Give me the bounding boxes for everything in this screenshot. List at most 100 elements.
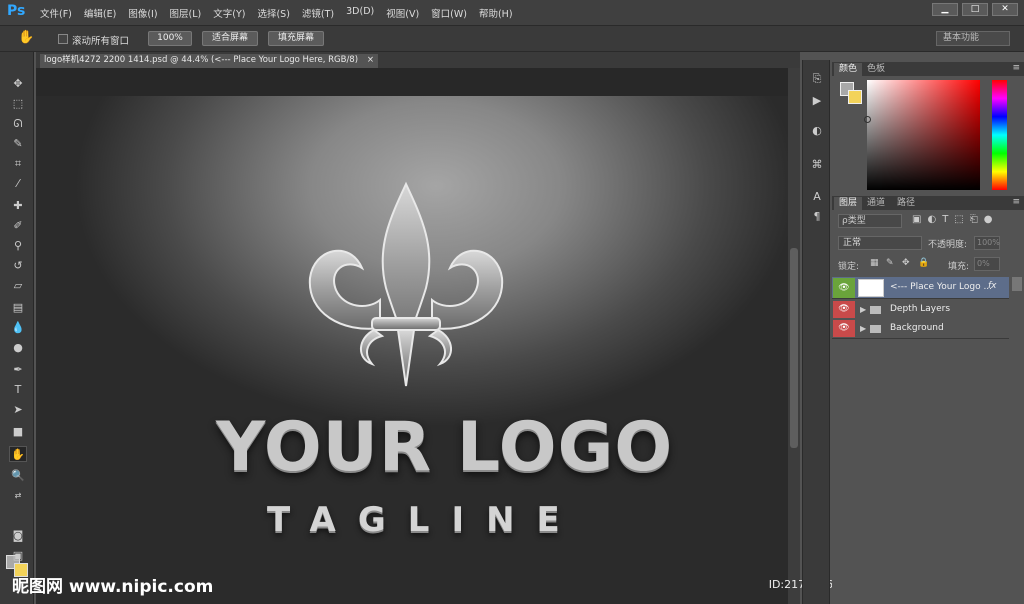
layers-panel-tabs: 图层 通道 路径 ≡ bbox=[832, 196, 1024, 210]
panel-dock: ⎘ ▶ ◐ ⌘ A ¶ bbox=[802, 60, 830, 604]
canvas-scrollbar[interactable] bbox=[788, 68, 800, 604]
blend-row: 正常 不透明度: 100% bbox=[836, 235, 1020, 251]
menu-filter[interactable]: 滤镜(T) bbox=[302, 6, 334, 20]
smart-object-filter-icon[interactable]: ⎗ bbox=[970, 214, 978, 225]
brush-tool-icon[interactable]: ✐ bbox=[9, 218, 27, 234]
quick-select-tool-icon[interactable]: ✎ bbox=[9, 136, 27, 152]
lock-label: 锁定: bbox=[838, 262, 860, 272]
lock-paint-icon[interactable]: ✎ bbox=[886, 258, 894, 268]
maximize-button[interactable]: □ bbox=[962, 3, 988, 16]
color-picker-field[interactable] bbox=[867, 80, 980, 190]
lasso-tool-icon[interactable]: ᘏ bbox=[9, 116, 27, 132]
right-panels: 颜色 色板 ≡ 图层 通道 路径 ≡ ρ类型 ▣ ◐ T ⬚ ⎗ ● 正常 不透… bbox=[832, 60, 1024, 604]
dodge-tool-icon[interactable]: ● bbox=[9, 340, 27, 356]
menu-select[interactable]: 选择(S) bbox=[257, 6, 289, 20]
document-canvas[interactable]: YOUR LOGO TAGLINE bbox=[36, 96, 788, 604]
color-picker-cursor[interactable] bbox=[864, 116, 871, 123]
smart-object-thumbnail[interactable] bbox=[858, 279, 884, 297]
hand-tool-icon[interactable]: ✋ bbox=[9, 446, 27, 462]
blend-mode-select[interactable]: 正常 bbox=[838, 236, 922, 250]
marquee-tool-icon[interactable]: ⬚ bbox=[9, 96, 27, 112]
layer-row[interactable]: 👁 ▶ Background bbox=[832, 319, 1009, 339]
menu-edit[interactable]: 编辑(E) bbox=[84, 6, 116, 20]
close-button[interactable]: ✕ bbox=[992, 3, 1018, 16]
brush-presets-panel-icon[interactable]: ⌘ bbox=[809, 158, 825, 172]
scrollbar-thumb[interactable] bbox=[790, 248, 798, 448]
swap-colors-icon[interactable]: ⇄ bbox=[9, 488, 27, 504]
layers-panel-menu-icon[interactable]: ≡ bbox=[1012, 197, 1020, 207]
document-tab[interactable]: logo样机4272 2200 1414.psd @ 44.4% (<--- P… bbox=[40, 54, 379, 68]
layer-row[interactable]: 👁 <--- Place Your Logo ... fx bbox=[832, 277, 1009, 299]
lock-position-icon[interactable]: ✥ bbox=[902, 258, 910, 268]
menu-view[interactable]: 视图(V) bbox=[386, 6, 419, 20]
history-panel-icon[interactable]: ⎘ bbox=[809, 72, 825, 86]
type-tool-icon[interactable]: T bbox=[9, 382, 27, 398]
menu-file[interactable]: 文件(F) bbox=[40, 6, 72, 20]
visibility-eye-icon[interactable]: 👁 bbox=[833, 301, 855, 318]
fill-screen-button[interactable]: 填充屏幕 bbox=[268, 31, 324, 46]
menu-window[interactable]: 窗口(W) bbox=[431, 6, 467, 20]
close-tab-icon[interactable]: × bbox=[367, 54, 374, 67]
panel-menu-icon[interactable]: ≡ bbox=[1012, 63, 1020, 73]
tab-paths[interactable]: 路径 bbox=[892, 197, 920, 210]
layer-row[interactable]: 👁 ▶ Depth Layers bbox=[832, 300, 1009, 320]
clone-stamp-tool-icon[interactable]: ⚲ bbox=[9, 238, 27, 254]
minimize-button[interactable]: ▁ bbox=[932, 3, 958, 16]
lock-all-icon[interactable]: 🔒 bbox=[918, 258, 929, 268]
character-panel-icon[interactable]: A bbox=[809, 190, 825, 204]
menu-layer[interactable]: 图层(L) bbox=[170, 6, 202, 20]
menu-3d[interactable]: 3D(D) bbox=[346, 6, 374, 20]
workspace-select[interactable]: 基本功能 bbox=[936, 31, 1010, 46]
adjustments-panel-icon[interactable]: ◐ bbox=[809, 124, 825, 138]
visibility-eye-icon[interactable]: 👁 bbox=[833, 320, 855, 337]
menu-image[interactable]: 图像(I) bbox=[128, 6, 157, 20]
adjustment-filter-icon[interactable]: ◐ bbox=[927, 214, 936, 225]
move-tool-icon[interactable]: ✥ bbox=[9, 76, 27, 92]
layer-filter-select[interactable]: ρ类型 bbox=[838, 214, 902, 228]
expand-arrow-icon[interactable]: ▶ bbox=[860, 305, 866, 314]
zoom-100-button[interactable]: 100% bbox=[148, 31, 192, 46]
healing-brush-tool-icon[interactable]: ✚ bbox=[9, 198, 27, 214]
menu-type[interactable]: 文字(Y) bbox=[213, 6, 245, 20]
fill-input[interactable]: 0% bbox=[974, 257, 1000, 271]
eyedropper-tool-icon[interactable]: ⁄ bbox=[9, 176, 27, 192]
history-brush-tool-icon[interactable]: ↺ bbox=[9, 258, 27, 274]
menu-help[interactable]: 帮助(H) bbox=[479, 6, 513, 20]
fx-icon[interactable]: fx bbox=[988, 281, 997, 291]
tab-channels[interactable]: 通道 bbox=[862, 197, 890, 210]
tagline-text: TAGLINE bbox=[267, 500, 582, 540]
layers-scrollbar[interactable] bbox=[1012, 277, 1022, 291]
opacity-label: 不透明度: bbox=[928, 240, 968, 250]
hand-tool-icon[interactable]: ✋ bbox=[18, 30, 34, 45]
actions-panel-icon[interactable]: ▶ bbox=[809, 94, 825, 108]
path-select-tool-icon[interactable]: ➤ bbox=[9, 402, 27, 418]
tab-swatches[interactable]: 色板 bbox=[862, 63, 890, 76]
pen-tool-icon[interactable]: ✒ bbox=[9, 362, 27, 378]
shape-filter-icon[interactable]: ⬚ bbox=[954, 214, 963, 225]
filter-toggle-icon[interactable]: ● bbox=[984, 214, 993, 225]
quick-mask-icon[interactable]: ◙ bbox=[9, 528, 27, 544]
visibility-eye-icon[interactable]: 👁 bbox=[833, 278, 855, 298]
paragraph-panel-icon[interactable]: ¶ bbox=[809, 210, 825, 224]
tab-layers[interactable]: 图层 bbox=[834, 197, 863, 210]
canvas-area[interactable]: YOUR LOGO TAGLINE bbox=[36, 68, 788, 604]
type-filter-icon[interactable]: T bbox=[942, 214, 948, 225]
eraser-tool-icon[interactable]: ▱ bbox=[9, 278, 27, 294]
fleur-de-lis-logo bbox=[308, 181, 504, 387]
screen-mode-icon[interactable]: ▣ bbox=[9, 548, 27, 564]
tab-color[interactable]: 颜色 bbox=[834, 63, 863, 76]
shape-tool-icon[interactable]: ■ bbox=[9, 424, 27, 440]
pixel-filter-icon[interactable]: ▣ bbox=[912, 214, 921, 225]
lock-pixels-icon[interactable]: ▦ bbox=[870, 258, 879, 268]
zoom-tool-icon[interactable]: 🔍 bbox=[9, 468, 27, 484]
opacity-input[interactable]: 100% bbox=[974, 236, 1000, 250]
crop-tool-icon[interactable]: ⌗ bbox=[9, 156, 27, 172]
fit-screen-button[interactable]: 适合屏幕 bbox=[202, 31, 258, 46]
hue-slider[interactable] bbox=[992, 80, 1007, 190]
gradient-tool-icon[interactable]: ▤ bbox=[9, 300, 27, 316]
blur-tool-icon[interactable]: 💧 bbox=[9, 320, 27, 336]
expand-arrow-icon[interactable]: ▶ bbox=[860, 324, 866, 333]
panel-background-swatch[interactable] bbox=[848, 90, 862, 104]
document-tabbar: logo样机4272 2200 1414.psd @ 44.4% (<--- P… bbox=[36, 52, 800, 68]
scroll-all-checkbox[interactable] bbox=[58, 34, 68, 44]
